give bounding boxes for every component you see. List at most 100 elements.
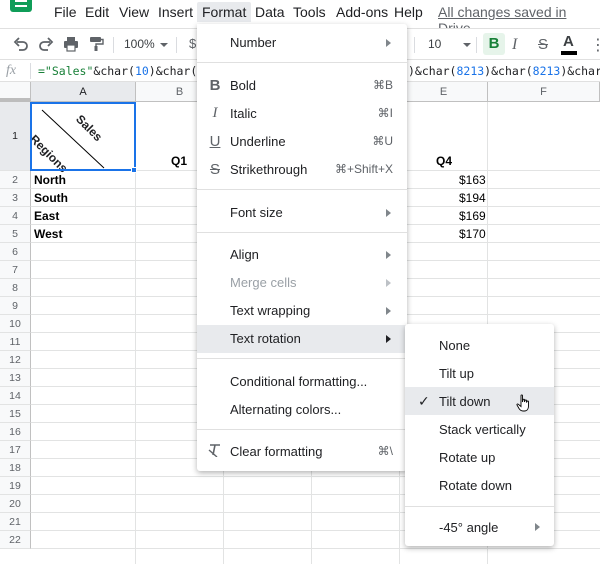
row-header-15[interactable]: 15 [0,405,31,423]
paint-format-icon[interactable] [88,36,104,56]
text-rotation-submenu: None Tilt up ✓ Tilt down Stack verticall… [405,324,554,546]
chevron-down-icon[interactable] [463,43,471,47]
bold-button[interactable]: B [483,33,505,55]
cell-e2[interactable]: $163 [459,173,486,187]
select-all-corner[interactable] [0,82,31,102]
menu-addons[interactable]: Add-ons [334,4,390,20]
menu-tools[interactable]: Tools [291,4,328,20]
hand-cursor-icon [516,394,529,412]
row-header-13[interactable]: 13 [0,369,31,387]
row-header-9[interactable]: 9 [0,297,31,315]
submenu-item-label: Tilt up [439,366,474,381]
menu-item-conditional-formatting[interactable]: Conditional formatting... [197,368,407,396]
rotation-option-stack-vertically[interactable]: Stack vertically [405,415,554,443]
column-header-e[interactable]: E [400,82,488,102]
row-header-8[interactable]: 8 [0,279,31,297]
menu-item-font-size[interactable]: Font size [197,199,407,227]
undo-icon[interactable] [13,36,29,56]
redo-icon[interactable] [38,36,54,56]
row-header-2[interactable]: 2 [0,171,31,189]
font-size-select[interactable]: 10 [428,37,441,51]
menu-file[interactable]: File [52,4,79,20]
menu-view[interactable]: View [117,4,151,20]
menu-item-label: Font size [230,205,283,220]
menu-item-alternating-colors[interactable]: Alternating colors... [197,396,407,424]
column-header-a[interactable]: A [31,82,136,102]
zoom-select[interactable]: 100% [124,37,155,51]
row-header-21[interactable]: 21 [0,513,31,531]
print-icon[interactable] [63,36,79,56]
clear-formatting-icon [208,443,222,461]
menu-item-text-wrapping[interactable]: Text wrapping [197,297,407,325]
menu-item-bold[interactable]: B Bold ⌘B [197,72,407,100]
rotation-option-none[interactable]: None [405,331,554,359]
cell-a5[interactable]: West [34,227,62,241]
cell-selection-a1[interactable] [30,102,136,171]
column-header-f[interactable]: F [488,82,600,102]
strikethrough-button[interactable]: S [538,36,548,53]
more-options-icon[interactable]: ⋮ [590,35,600,55]
toolbar-divider [176,37,177,53]
menu-item-underline[interactable]: U Underline ⌘U [197,128,407,156]
currency-format-button[interactable]: $ [189,36,196,51]
rotation-option-rotate-down[interactable]: Rotate down [405,471,554,499]
row-header-20[interactable]: 20 [0,495,31,513]
bold-icon: B [209,77,221,94]
menu-item-text-rotation[interactable]: Text rotation [197,325,407,353]
menu-format[interactable]: Format [197,2,252,22]
chevron-down-icon[interactable] [160,43,168,47]
menu-help[interactable]: Help [392,4,425,20]
italic-button[interactable]: I [512,36,517,54]
cell-a2[interactable]: North [34,173,66,187]
row-header-11[interactable]: 11 [0,333,31,351]
cell-a3[interactable]: South [34,191,68,205]
menu-item-number[interactable]: Number [197,29,407,57]
row-header-1[interactable]: 1 [0,102,31,171]
row-header-6[interactable]: 6 [0,243,31,261]
menu-insert[interactable]: Insert [156,4,195,20]
row-header-22[interactable]: 22 [0,531,31,549]
row-header-19[interactable]: 19 [0,477,31,495]
row-header-4[interactable]: 4 [0,207,31,225]
menu-divider [197,429,407,430]
row-header-5[interactable]: 5 [0,225,31,243]
menu-item-label: Strikethrough [230,162,308,177]
row-header-16[interactable]: 16 [0,423,31,441]
fill-handle[interactable] [131,167,137,173]
formula-input-continued[interactable]: )&char(8213)&char(8213)&char( [408,64,600,78]
row-header-18[interactable]: 18 [0,459,31,477]
shortcut-label: ⌘B [372,78,393,92]
row-header-12[interactable]: 12 [0,351,31,369]
rotation-option-rotate-up[interactable]: Rotate up [405,443,554,471]
menu-data[interactable]: Data [253,4,287,20]
rotation-option-tilt-up[interactable]: Tilt up [405,359,554,387]
menu-item-align[interactable]: Align [197,241,407,269]
menu-item-label: Conditional formatting... [230,374,368,389]
formula-input[interactable]: ="Sales"&char(10)&char(821 [38,64,218,78]
menu-item-clear-formatting[interactable]: Clear formatting ⌘\ [197,438,407,466]
cell-e1[interactable]: Q4 [436,154,452,168]
menu-item-italic[interactable]: I Italic ⌘I [197,100,407,128]
row-header-3[interactable]: 3 [0,189,31,207]
rotation-option-custom-angle[interactable]: -45° angle [405,513,554,541]
cell-e4[interactable]: $169 [459,209,486,223]
menu-edit[interactable]: Edit [83,4,111,20]
cell-a4[interactable]: East [34,209,59,223]
sheets-logo-icon[interactable] [10,0,32,12]
cell-e3[interactable]: $194 [459,191,486,205]
cell-b1[interactable]: Q1 [171,154,187,168]
cell-e5[interactable]: $170 [459,227,486,241]
row-header-10[interactable]: 10 [0,315,31,333]
submenu-arrow-icon [386,307,391,315]
row-header-14[interactable]: 14 [0,387,31,405]
shortcut-label: ⌘\ [377,444,393,458]
menu-divider [197,232,407,233]
formula-number: 8213 [532,64,561,78]
menu-item-strikethrough[interactable]: S Strikethrough ⌘+Shift+X [197,156,407,184]
menu-item-label: Clear formatting [230,444,323,459]
text-color-button[interactable]: A [563,33,574,50]
row-header-7[interactable]: 7 [0,261,31,279]
gridline [31,548,600,549]
submenu-arrow-icon [386,251,391,259]
row-header-17[interactable]: 17 [0,441,31,459]
